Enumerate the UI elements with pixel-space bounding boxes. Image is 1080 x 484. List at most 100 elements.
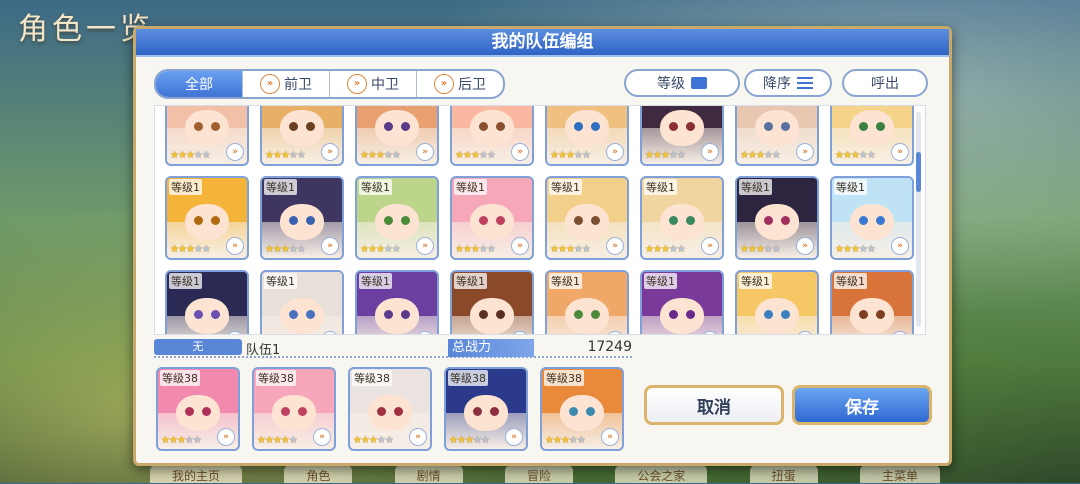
position-arrow-icon: » xyxy=(416,237,434,255)
position-arrow-icon: » xyxy=(601,428,619,446)
star-icon: ★ xyxy=(550,150,559,161)
character-card[interactable]: 等级1★★★★★» xyxy=(260,270,344,334)
character-card[interactable]: ★★★★★» xyxy=(355,106,439,166)
position-arrow-icon: » xyxy=(511,331,529,334)
tab-midguard[interactable]: » 中卫 xyxy=(330,71,417,97)
star-icon: ★ xyxy=(456,435,466,446)
star-icon: ★ xyxy=(288,244,298,255)
star-icon: ★ xyxy=(462,244,472,255)
star-icon: ★ xyxy=(170,150,179,161)
tab-rearguard[interactable]: » 后卫 xyxy=(417,71,503,97)
star-icon: ★ xyxy=(668,244,678,255)
star-icon: ★ xyxy=(573,244,583,255)
star-icon: ★ xyxy=(455,150,464,161)
character-card[interactable]: 等级1★★★★★» xyxy=(450,176,534,260)
scrollbar-thumb[interactable] xyxy=(916,152,921,192)
character-level: 等级1 xyxy=(739,273,772,289)
position-arrow-icon: » xyxy=(416,331,434,334)
star-icon: ★ xyxy=(676,244,686,255)
nav-gacha[interactable]: 扭蛋 xyxy=(749,465,818,483)
character-card[interactable]: 等级1★★★★★» xyxy=(165,270,249,334)
position-arrow-icon: » xyxy=(217,428,235,446)
character-card[interactable]: 等级1★★★★★» xyxy=(165,176,249,260)
character-card[interactable]: 等级1★★★★★» xyxy=(355,176,439,260)
character-level: 等级1 xyxy=(644,273,677,289)
grid-scrollbar[interactable] xyxy=(916,112,921,327)
star-icon: ★ xyxy=(170,244,179,255)
star-icon: ★ xyxy=(265,150,274,161)
character-card[interactable]: 等级1★★★★★» xyxy=(545,176,629,260)
team-member-card[interactable]: 等级38 ★★★★★» xyxy=(540,367,624,451)
star-icon: ★ xyxy=(486,150,496,161)
character-portrait-face xyxy=(849,203,895,241)
team-member-card[interactable]: 等级38 ★★★★★» xyxy=(252,367,336,451)
nav-guild-house[interactable]: 公会之家 xyxy=(615,465,708,483)
team-member-card[interactable]: 等级38 ★★★★★» xyxy=(156,367,240,451)
star-icon: ★ xyxy=(645,244,654,255)
character-card[interactable]: 等级1★★★★★» xyxy=(640,270,724,334)
character-level: 等级38 xyxy=(352,370,392,386)
character-card[interactable]: 等级1★★★★★» xyxy=(260,176,344,260)
tab-rearguard-label: 后卫 xyxy=(458,77,486,93)
sort-order-label: 降序 xyxy=(763,76,791,92)
star-icon: ★ xyxy=(265,244,274,255)
nav-characters[interactable]: 角色 xyxy=(284,465,353,483)
team-edit-dialog: 我的队伍编组 全部 » 前卫 » 中卫 » 后卫 等级 降序 呼出 ★★★★★» ★★★… xyxy=(133,26,952,466)
character-portrait-face xyxy=(374,203,420,241)
position-arrow-icon: » xyxy=(796,331,814,334)
star-icon: ★ xyxy=(866,244,876,255)
total-power: 总战力 17249 xyxy=(448,339,632,357)
character-card[interactable]: 等级1★★★★★» xyxy=(830,270,914,334)
team-member-card[interactable]: 等级38 ★★★★★» xyxy=(444,367,528,451)
star-icon: ★ xyxy=(383,244,393,255)
star-icon: ★ xyxy=(161,435,170,446)
character-card[interactable]: ★★★★★» xyxy=(165,106,249,166)
nav-adventure[interactable]: 冒险 xyxy=(504,465,573,483)
team-member-card[interactable]: 等级38 ★★★★★» xyxy=(348,367,432,451)
tab-vanguard[interactable]: » 前卫 xyxy=(243,71,330,97)
sort-field-button[interactable]: 等级 xyxy=(624,69,740,97)
call-preset-button[interactable]: 呼出 xyxy=(842,69,928,97)
window-icon xyxy=(691,77,707,89)
character-portrait-face xyxy=(659,109,705,147)
character-portrait-face xyxy=(184,203,230,241)
character-portrait-face xyxy=(564,203,610,241)
star-icon: ★ xyxy=(360,244,369,255)
character-card[interactable]: 等级1★★★★★» xyxy=(735,270,819,334)
character-card[interactable]: ★★★★★» xyxy=(450,106,534,166)
save-button[interactable]: 保存 xyxy=(792,385,932,425)
sort-order-button[interactable]: 降序 xyxy=(744,69,832,97)
star-icon: ★ xyxy=(470,244,480,255)
character-card[interactable]: 等级1★★★★★» xyxy=(355,270,439,334)
star-icon: ★ xyxy=(449,435,458,446)
star-icon: ★ xyxy=(272,244,282,255)
star-icon: ★ xyxy=(755,244,765,255)
character-card[interactable]: ★★★★★» xyxy=(545,106,629,166)
star-icon: ★ xyxy=(771,244,781,255)
nav-home[interactable]: 我的主页 xyxy=(150,465,243,483)
nav-story[interactable]: 剧情 xyxy=(394,465,463,483)
star-rating: ★★★★★ xyxy=(545,435,586,446)
star-icon: ★ xyxy=(184,435,194,446)
tab-all[interactable]: 全部 xyxy=(156,71,243,97)
star-icon: ★ xyxy=(472,435,482,446)
character-card[interactable]: ★★★★★» xyxy=(830,106,914,166)
character-portrait-face xyxy=(469,109,515,147)
star-icon: ★ xyxy=(740,244,749,255)
character-card[interactable]: ★★★★★» xyxy=(260,106,344,166)
star-icon: ★ xyxy=(763,244,773,255)
character-grid[interactable]: ★★★★★» ★★★★★» ★★★★★» ★★★★★» ★★★★★» ★★★★★» ★★★★… xyxy=(154,105,926,335)
character-card[interactable]: 等级1★★★★★» xyxy=(450,270,534,334)
character-card[interactable]: 等级1★★★★★» xyxy=(735,176,819,260)
cancel-button[interactable]: 取消 xyxy=(644,385,784,425)
star-icon: ★ xyxy=(376,435,386,446)
character-card[interactable]: ★★★★★» xyxy=(640,106,724,166)
character-card[interactable]: 等级1★★★★★» xyxy=(640,176,724,260)
character-portrait-face xyxy=(175,394,221,432)
character-card[interactable]: 等级1★★★★★» xyxy=(545,270,629,334)
star-icon: ★ xyxy=(296,150,306,161)
nav-main-menu[interactable]: 主菜单 xyxy=(859,465,940,483)
character-portrait-face xyxy=(564,109,610,147)
character-card[interactable]: 等级1★★★★★» xyxy=(830,176,914,260)
character-card[interactable]: ★★★★★» xyxy=(735,106,819,166)
